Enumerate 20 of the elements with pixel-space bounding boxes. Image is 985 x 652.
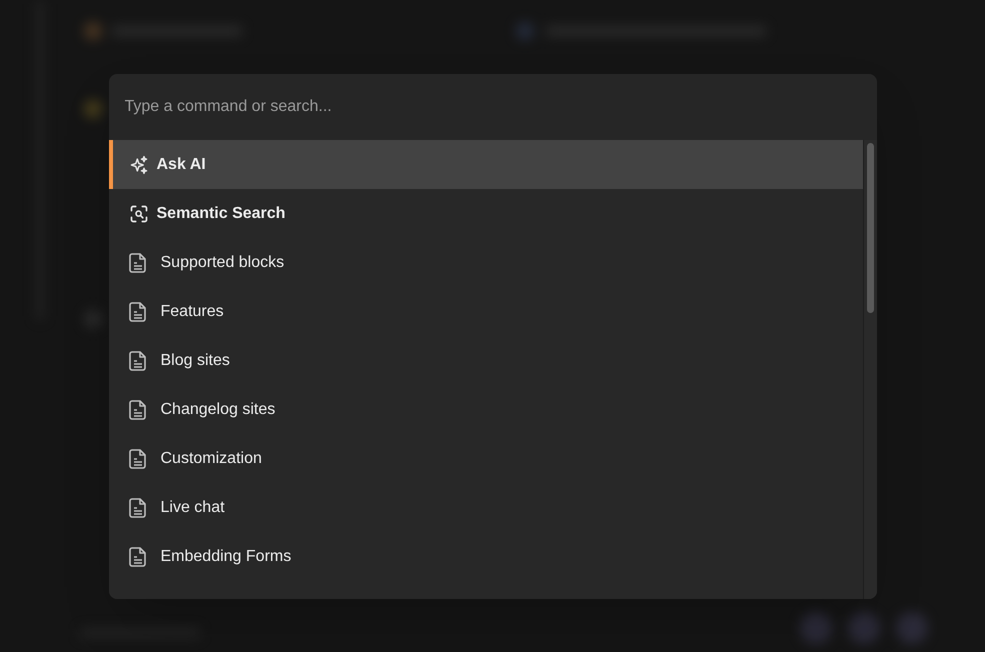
- document-icon: [128, 400, 146, 420]
- command-item[interactable]: Blog sites: [108, 336, 862, 385]
- scan-search-icon: [128, 204, 148, 224]
- command-item[interactable]: Ask AI: [108, 140, 862, 189]
- search-field[interactable]: Type a command or search...: [108, 74, 876, 140]
- document-icon: [128, 302, 146, 322]
- command-item[interactable]: Embedding Forms: [108, 532, 862, 581]
- document-icon: [128, 498, 146, 518]
- command-item[interactable]: Customization: [108, 434, 862, 483]
- document-icon: [128, 546, 146, 566]
- command-item[interactable]: Features: [108, 287, 862, 336]
- document-icon: [128, 448, 146, 468]
- command-item[interactable]: Changelog sites: [108, 385, 862, 434]
- command-item[interactable]: Semantic Search: [108, 189, 862, 238]
- document-icon: [128, 350, 146, 370]
- document-icon: [128, 252, 146, 272]
- command-item[interactable]: Supported blocks: [108, 238, 862, 287]
- sparkles-icon: [128, 154, 148, 174]
- command-item[interactable]: Live chat: [108, 483, 862, 532]
- scrollbar[interactable]: [862, 140, 876, 599]
